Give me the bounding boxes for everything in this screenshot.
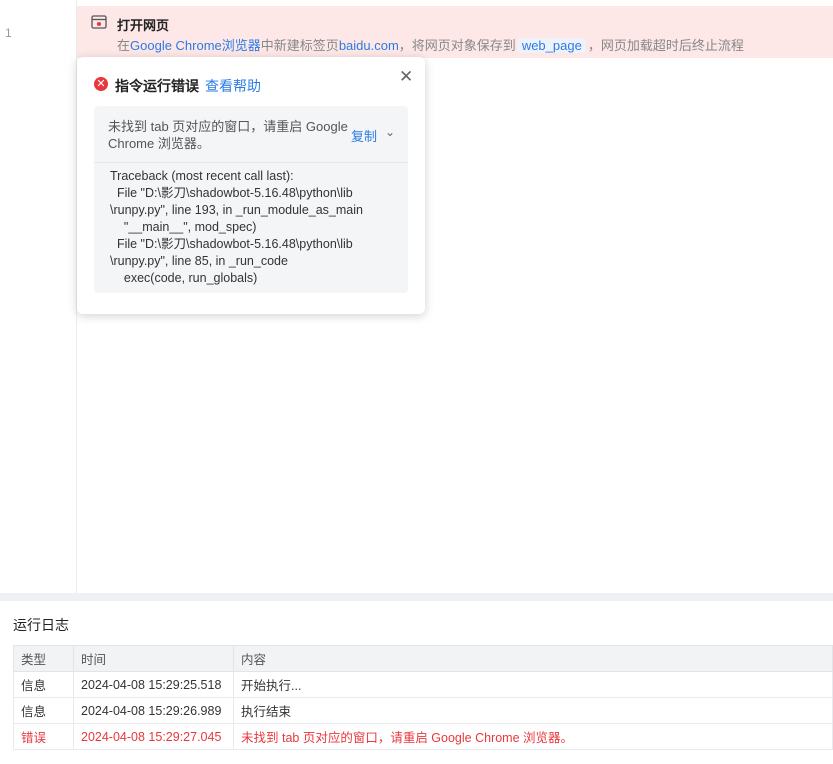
log-content: 执行结束 — [233, 697, 833, 724]
error-message: 未找到 tab 页对应的窗口，请重启 Google Chrome 浏览器。 — [108, 119, 348, 151]
close-icon[interactable]: ✕ — [399, 67, 413, 87]
log-table: 类型 时间 内容 信息 2024-04-08 15:29:25.518 开始执行… — [13, 645, 833, 750]
error-detail: 未找到 tab 页对应的窗口，请重启 Google Chrome 浏览器。 复制… — [94, 106, 408, 293]
desc-prefix: 在 — [117, 38, 131, 53]
line-number: 1 — [5, 26, 12, 40]
panel-divider[interactable] — [0, 593, 833, 601]
step-open-webpage[interactable]: 打开网页 在Google Chrome浏览器中新建标签页baidu.com，将网… — [77, 6, 833, 58]
desc-save: ，将网页对象保存到 — [398, 38, 516, 53]
desc-mid: 中新建标签页 — [260, 38, 339, 53]
line-gutter: 1 — [0, 0, 77, 593]
desc-variable[interactable]: web_page — [517, 38, 586, 53]
log-type: 信息 — [13, 671, 74, 698]
log-time: 2024-04-08 15:29:26.989 — [73, 697, 234, 724]
browser-window-icon — [91, 15, 107, 29]
log-time: 2024-04-08 15:29:27.045 — [73, 723, 234, 750]
flow-editor: 1 打开网页 在Google Chrome浏览器中新建标签页baidu.com，… — [0, 0, 833, 593]
log-title: 运行日志 — [13, 617, 69, 633]
log-type: 错误 — [13, 723, 74, 750]
help-link[interactable]: 查看帮助 — [205, 76, 261, 96]
step-description: 在Google Chrome浏览器中新建标签页baidu.com，将网页对象保存… — [117, 35, 744, 54]
log-time: 2024-04-08 15:29:25.518 — [73, 671, 234, 698]
desc-suffix: ，网页加载超时后终止流程 — [587, 38, 744, 53]
detail-divider — [94, 162, 408, 163]
traceback-text: Traceback (most recent call last): File … — [110, 169, 363, 285]
log-type: 信息 — [13, 697, 74, 724]
step-title: 打开网页 — [117, 18, 170, 33]
desc-url: baidu.com — [338, 38, 399, 53]
copy-button[interactable]: 复制 — [351, 126, 377, 145]
column-header-type: 类型 — [13, 645, 74, 672]
error-circle-icon: ✕ — [94, 77, 108, 91]
column-header-content: 内容 — [233, 645, 833, 672]
desc-browser: Google Chrome浏览器 — [130, 38, 261, 53]
log-content: 开始执行... — [233, 671, 833, 698]
log-row-error[interactable]: 错误 2024-04-08 15:29:27.045 未找到 tab 页对应的窗… — [13, 723, 833, 750]
log-content: 未找到 tab 页对应的窗口，请重启 Google Chrome 浏览器。 — [233, 723, 833, 750]
log-header-row: 类型 时间 内容 — [13, 645, 833, 672]
chevron-down-icon[interactable]: ⌄ — [385, 125, 395, 139]
column-header-time: 时间 — [73, 645, 234, 672]
error-popup: ✕ 指令运行错误 查看帮助 ✕ 未找到 tab 页对应的窗口，请重启 Googl… — [77, 57, 425, 314]
log-row[interactable]: 信息 2024-04-08 15:29:25.518 开始执行... — [13, 671, 833, 698]
error-title: 指令运行错误 — [115, 78, 199, 94]
log-row[interactable]: 信息 2024-04-08 15:29:26.989 执行结束 — [13, 697, 833, 724]
